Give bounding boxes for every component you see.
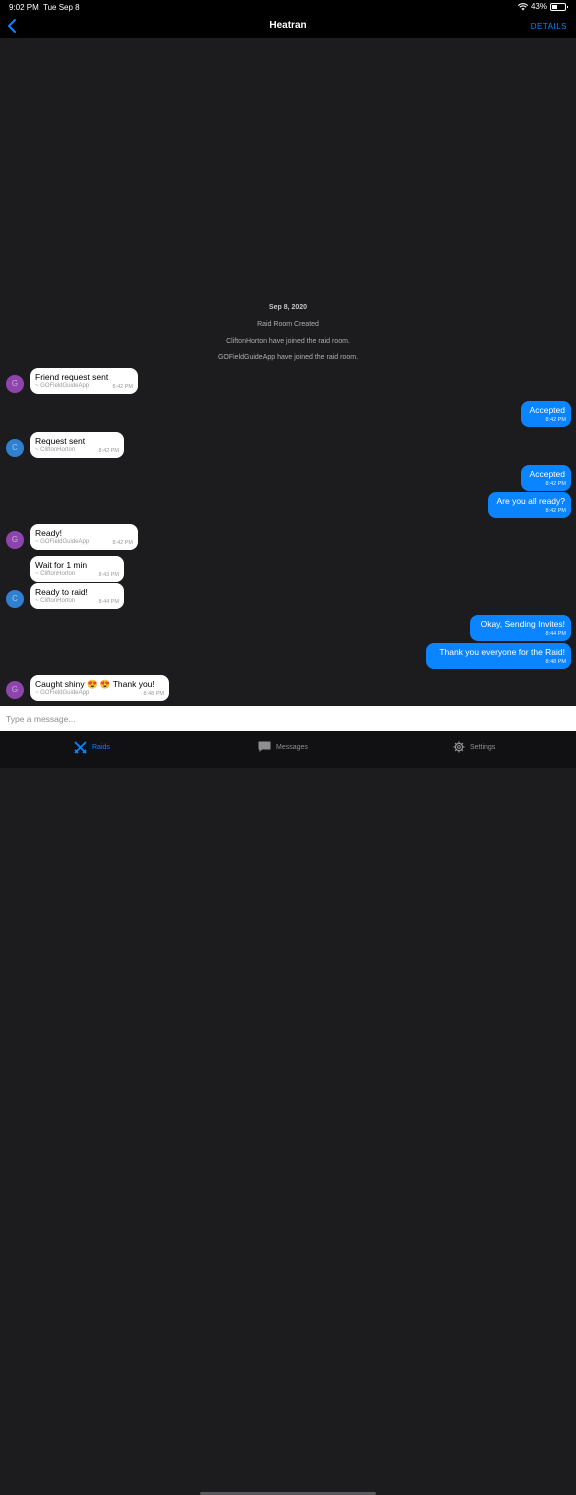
message-time: 8:44 PM: [545, 631, 566, 637]
message-time: 8:42 PM: [112, 540, 133, 546]
message-sender: ~ CliftonHorton: [35, 571, 76, 577]
message-time: 8:48 PM: [143, 691, 164, 697]
gear-icon: [453, 741, 465, 753]
message-time: 8:42 PM: [545, 508, 566, 514]
wifi-icon: [517, 2, 528, 10]
tab-messages[interactable]: Messages: [258, 741, 308, 753]
message-sender: ~ CliftonHorton: [35, 447, 76, 453]
nav-bar: Heatran DETAILS: [0, 14, 576, 38]
tab-label: Settings: [470, 743, 496, 751]
message-text: Ready!: [35, 528, 62, 538]
message-text: Request sent: [35, 436, 86, 446]
tab-label: Raids: [92, 744, 110, 751]
message-text: Accepted: [529, 469, 565, 479]
message-sender: ~ GOFieldGuideApp: [35, 383, 90, 389]
avatar[interactable]: C: [6, 590, 24, 608]
status-bar: 9:02 PM Tue Sep 8 43%: [0, 0, 576, 14]
message-sender: ~ GOFieldGuideApp: [35, 690, 90, 696]
tab-label: Messages: [276, 743, 308, 751]
battery-percent: 43%: [530, 2, 547, 11]
message-time: 8:44 PM: [98, 599, 119, 605]
details-button[interactable]: DETAILS: [531, 22, 567, 31]
outgoing-message[interactable]: Thank you everyone for the Raid! 8:48 PM: [426, 643, 571, 669]
message-time: 8:48 PM: [545, 659, 566, 665]
message-text: Wait for 1 min: [35, 560, 88, 570]
message-time: 8:42 PM: [98, 448, 119, 454]
message-input-bar: [0, 706, 576, 731]
system-message: Raid Room Created: [257, 321, 319, 328]
message-text: Accepted: [529, 405, 565, 415]
message-sender: ~ CliftonHorton: [35, 598, 76, 604]
incoming-message[interactable]: Ready to raid! ~ CliftonHorton 8:44 PM: [30, 583, 124, 609]
incoming-message[interactable]: Wait for 1 min ~ CliftonHorton 8:43 PM: [30, 556, 124, 582]
message-time: 8:42 PM: [545, 417, 566, 423]
message-text: Okay, Sending Invites!: [480, 619, 565, 629]
tab-raids[interactable]: Raids: [74, 741, 110, 754]
message-text: Friend request sent: [35, 372, 109, 382]
incoming-message[interactable]: Ready! ~ GOFieldGuideApp 8:42 PM: [30, 524, 138, 550]
message-text: Thank you everyone for the Raid!: [439, 647, 565, 657]
date-header: Sep 8, 2020: [268, 304, 308, 311]
outgoing-message[interactable]: Accepted 8:42 PM: [521, 465, 571, 491]
outgoing-message[interactable]: Accepted 8:42 PM: [521, 401, 571, 427]
chat-area[interactable]: Sep 8, 2020 Raid Room Created CliftonHor…: [0, 38, 576, 706]
message-time: 8:43 PM: [98, 572, 119, 578]
message-text: Ready to raid!: [35, 587, 88, 597]
avatar[interactable]: G: [6, 681, 24, 699]
message-sender: ~ GOFieldGuideApp: [35, 539, 90, 545]
avatar[interactable]: G: [6, 531, 24, 549]
page-title: Heatran: [269, 20, 307, 31]
message-text: Caught shiny 😍 😍 Thank you!: [35, 679, 155, 689]
system-message: CliftonHorton have joined the raid room.: [226, 338, 350, 345]
message-text: Are you all ready?: [496, 496, 565, 506]
status-date: Tue Sep 8: [43, 3, 80, 12]
outgoing-message[interactable]: Are you all ready? 8:42 PM: [488, 492, 571, 518]
messages-icon: [258, 741, 271, 752]
message-time: 8:42 PM: [112, 384, 133, 390]
outgoing-message[interactable]: Okay, Sending Invites! 8:44 PM: [470, 615, 571, 641]
incoming-message[interactable]: Request sent ~ CliftonHorton 8:42 PM: [30, 432, 124, 458]
avatar[interactable]: G: [6, 375, 24, 393]
raids-icon: [74, 741, 87, 754]
incoming-message[interactable]: Friend request sent ~ GOFieldGuideApp 8:…: [30, 368, 138, 394]
tab-settings[interactable]: Settings: [453, 741, 495, 753]
system-message: GOFieldGuideApp have joined the raid roo…: [217, 354, 359, 361]
avatar[interactable]: C: [6, 439, 24, 457]
battery-icon: [550, 2, 568, 11]
status-time: 9:02 PM: [9, 3, 39, 12]
message-time: 8:42 PM: [545, 481, 566, 487]
status-right: 43%: [517, 2, 568, 11]
incoming-message[interactable]: Caught shiny 😍 😍 Thank you! ~ GOFieldGui…: [30, 675, 169, 701]
tab-bar: Raids Messages Settings: [0, 731, 576, 1495]
message-input[interactable]: [0, 706, 572, 731]
